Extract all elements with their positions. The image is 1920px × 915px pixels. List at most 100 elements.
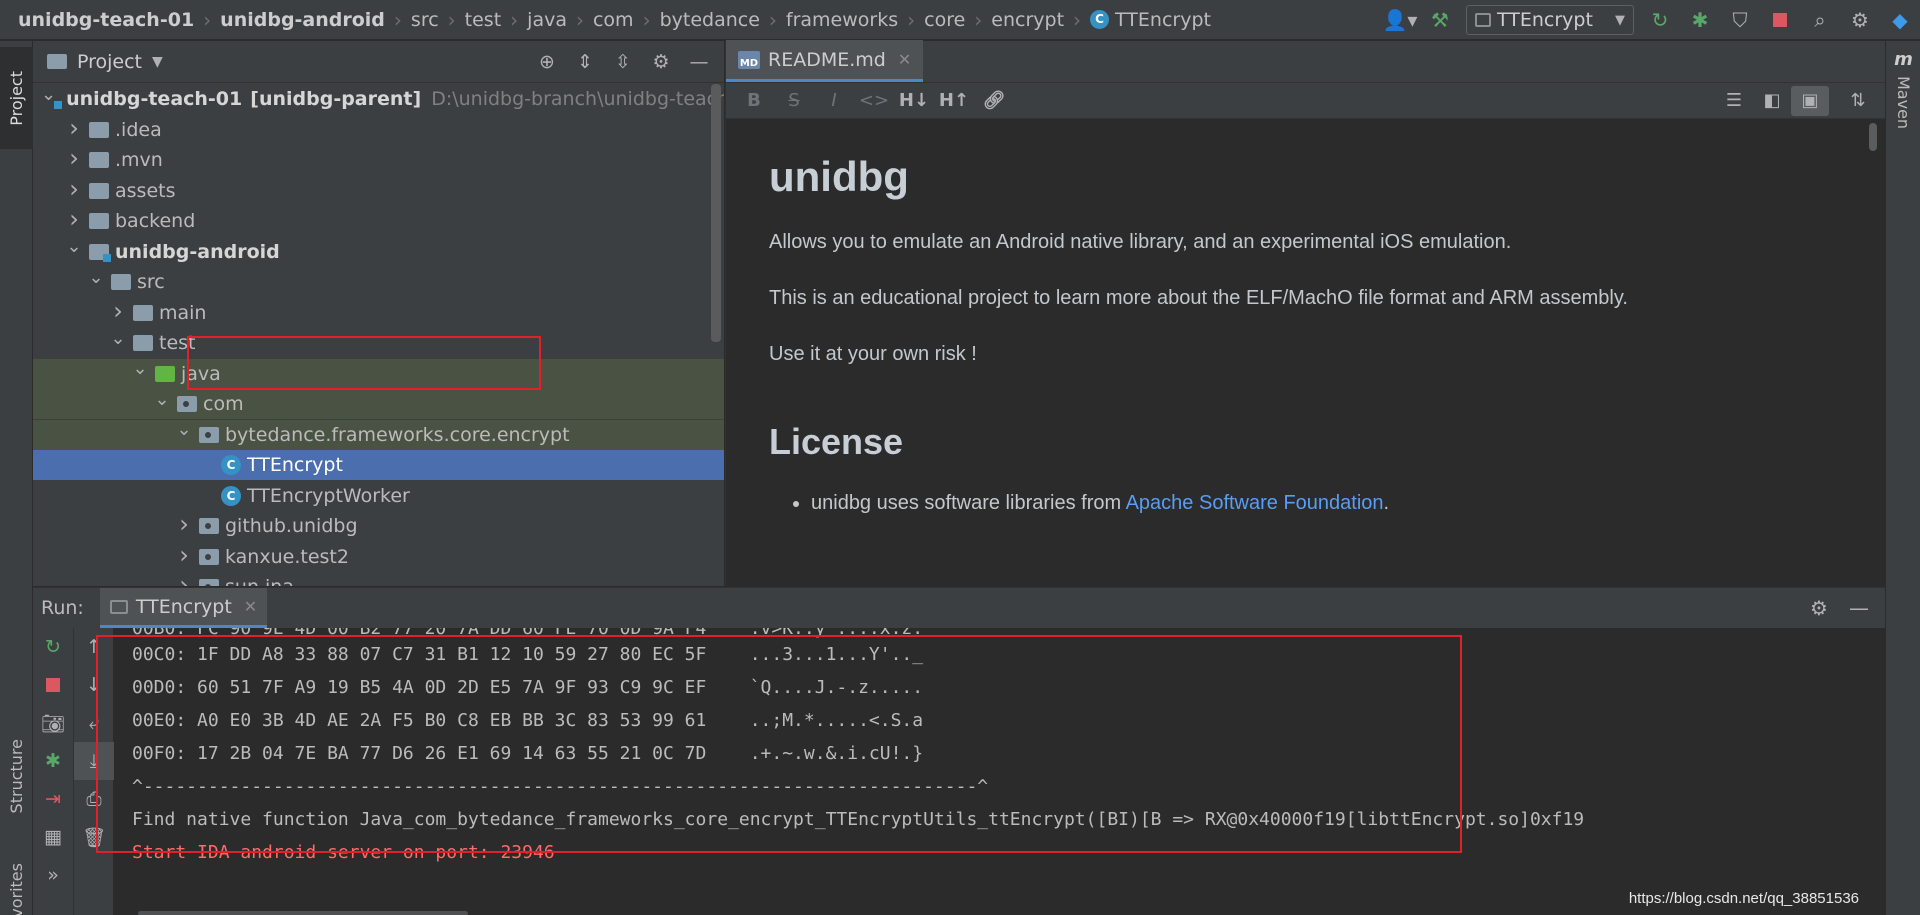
breadcrumb-item[interactable]: core: [924, 9, 965, 31]
gear-icon[interactable]: ⚙: [1840, 0, 1880, 40]
chevron-down-icon[interactable]: [63, 241, 85, 262]
bold-icon[interactable]: B: [734, 86, 774, 116]
tree-item[interactable]: backend: [33, 206, 724, 236]
gear-icon[interactable]: ⚙: [642, 42, 680, 82]
link-icon[interactable]: 🔗︎: [974, 86, 1014, 116]
header-increase-icon[interactable]: H↑: [934, 86, 974, 116]
tree-item[interactable]: assets: [33, 176, 724, 206]
rerun-icon[interactable]: ↻: [1640, 0, 1680, 40]
chevron-down-icon[interactable]: [151, 394, 173, 415]
chevron-down-icon[interactable]: ▼: [152, 54, 163, 70]
more-icon[interactable]: »: [33, 856, 73, 894]
tab-label: TTEncrypt: [135, 595, 232, 618]
tree-item[interactable]: src: [33, 267, 724, 297]
console-output[interactable]: 00B0: FC 90 9E 4D 00 B2 77 20 7A DD 60 F…: [114, 628, 1885, 915]
code-icon[interactable]: <>: [854, 86, 894, 116]
scrollbar[interactable]: [1869, 123, 1877, 151]
breadcrumb-item[interactable]: unidbg-teach-01: [18, 9, 194, 31]
chevron-right-icon[interactable]: [63, 207, 85, 235]
tree-item[interactable]: sun.jna: [33, 572, 724, 586]
chevron-down-icon[interactable]: [173, 424, 195, 445]
chevron-right-icon[interactable]: [63, 177, 85, 205]
tree-item[interactable]: unidbg-teach-01 [unidbg-parent] D:\unidbg-…: [33, 84, 724, 114]
tool-tab-project[interactable]: Project: [0, 47, 33, 149]
debug-bug-icon[interactable]: ✱: [1680, 0, 1720, 40]
expand-all-icon[interactable]: ⇕: [566, 42, 604, 82]
tool-tab-maven[interactable]: m Maven: [1886, 49, 1920, 179]
tree-item[interactable]: .mvn: [33, 145, 724, 175]
scrollbar[interactable]: [138, 911, 468, 915]
coverage-shield-icon[interactable]: ⛉: [1720, 0, 1760, 40]
editor-only-icon[interactable]: ☰: [1715, 86, 1753, 116]
tree-item[interactable]: main: [33, 298, 724, 328]
breadcrumb-item[interactable]: encrypt: [991, 9, 1064, 31]
trash-icon[interactable]: 🗑︎: [74, 818, 114, 856]
chevron-right-icon[interactable]: [63, 116, 85, 144]
exit-icon[interactable]: ⇥: [33, 780, 73, 818]
close-icon[interactable]: ✕: [244, 597, 257, 616]
tree-item[interactable]: java: [33, 358, 724, 389]
layout-icon[interactable]: ▦: [33, 818, 73, 856]
stop-icon[interactable]: [1760, 0, 1800, 40]
layout-sync-icon[interactable]: ⇅: [1839, 86, 1877, 116]
tool-tab-structure[interactable]: Structure: [0, 721, 33, 831]
minimize-icon[interactable]: —: [1839, 588, 1879, 628]
soft-wrap-icon[interactable]: ⤶: [74, 704, 114, 742]
tree-item[interactable]: C TTEncryptWorker: [33, 481, 724, 511]
breadcrumb-item[interactable]: src: [411, 9, 439, 31]
split-view-icon[interactable]: ◧: [1753, 86, 1791, 116]
debug-bug-icon[interactable]: ✱: [33, 742, 73, 780]
minimize-icon[interactable]: —: [680, 42, 718, 82]
breadcrumb-item[interactable]: C TTEncrypt: [1090, 9, 1211, 31]
chevron-down-icon[interactable]: [129, 363, 151, 384]
chevron-right-icon[interactable]: [173, 573, 195, 586]
project-view-selector[interactable]: Project: [77, 51, 142, 73]
apache-link[interactable]: Apache Software Foundation: [1126, 492, 1384, 514]
tree-item[interactable]: C TTEncrypt: [33, 450, 724, 480]
scroll-up-icon[interactable]: ↑: [74, 628, 114, 666]
scroll-to-end-icon[interactable]: ⤓: [74, 742, 114, 780]
strikethrough-icon[interactable]: S: [774, 86, 814, 116]
chevron-down-icon[interactable]: [85, 272, 107, 293]
print-icon[interactable]: ⎙: [74, 780, 114, 818]
toolbox-icon[interactable]: ◆: [1880, 0, 1920, 40]
breadcrumb-item[interactable]: java: [527, 9, 567, 31]
breadcrumb-item[interactable]: frameworks: [786, 9, 898, 31]
rerun-icon[interactable]: ↻: [33, 628, 73, 666]
breadcrumb-item[interactable]: test: [465, 9, 502, 31]
chevron-right-icon[interactable]: [173, 543, 195, 571]
breadcrumb-item[interactable]: unidbg-android: [220, 9, 385, 31]
tree-item[interactable]: kanxue.test2: [33, 542, 724, 572]
build-hammer-icon[interactable]: ⚒: [1420, 0, 1460, 40]
scrollbar[interactable]: [711, 84, 721, 342]
camera-icon[interactable]: 📷︎: [33, 704, 73, 742]
run-configuration-select[interactable]: TTEncrypt ▼: [1466, 5, 1634, 35]
tree-item[interactable]: github.unidbg: [33, 511, 724, 541]
tree-item[interactable]: com: [33, 389, 724, 419]
tree-item[interactable]: .idea: [33, 115, 724, 145]
tree-item[interactable]: test: [33, 328, 724, 358]
scroll-down-icon[interactable]: ↓: [74, 666, 114, 704]
tree-item-label: java: [181, 362, 221, 385]
chevron-right-icon[interactable]: [63, 146, 85, 174]
tree-item[interactable]: unidbg-android: [33, 237, 724, 267]
collapse-all-icon[interactable]: ⇳: [604, 42, 642, 82]
close-icon[interactable]: ✕: [898, 50, 911, 69]
breadcrumb-item[interactable]: bytedance: [660, 9, 760, 31]
italic-icon[interactable]: I: [814, 86, 854, 116]
search-icon[interactable]: ⌕: [1800, 0, 1840, 40]
breadcrumb-item[interactable]: com: [593, 9, 634, 31]
header-decrease-icon[interactable]: H↓: [894, 86, 934, 116]
chevron-right-icon[interactable]: [107, 299, 129, 327]
user-icon[interactable]: 👤▾: [1380, 0, 1420, 40]
gear-icon[interactable]: ⚙: [1799, 588, 1839, 628]
preview-only-icon[interactable]: ▣: [1791, 85, 1829, 116]
chevron-down-icon[interactable]: [107, 333, 129, 354]
stop-icon[interactable]: [33, 666, 73, 704]
locate-target-icon[interactable]: ⊕: [528, 42, 566, 82]
chevron-right-icon[interactable]: [173, 512, 195, 540]
tree-item[interactable]: bytedance.frameworks.core.encrypt: [33, 419, 724, 450]
tab-readme[interactable]: MD README.md ✕: [726, 40, 924, 82]
tab-run-ttencrypt[interactable]: TTEncrypt ✕: [99, 588, 268, 628]
tool-tab-favorites[interactable]: Favorites: [0, 849, 33, 915]
